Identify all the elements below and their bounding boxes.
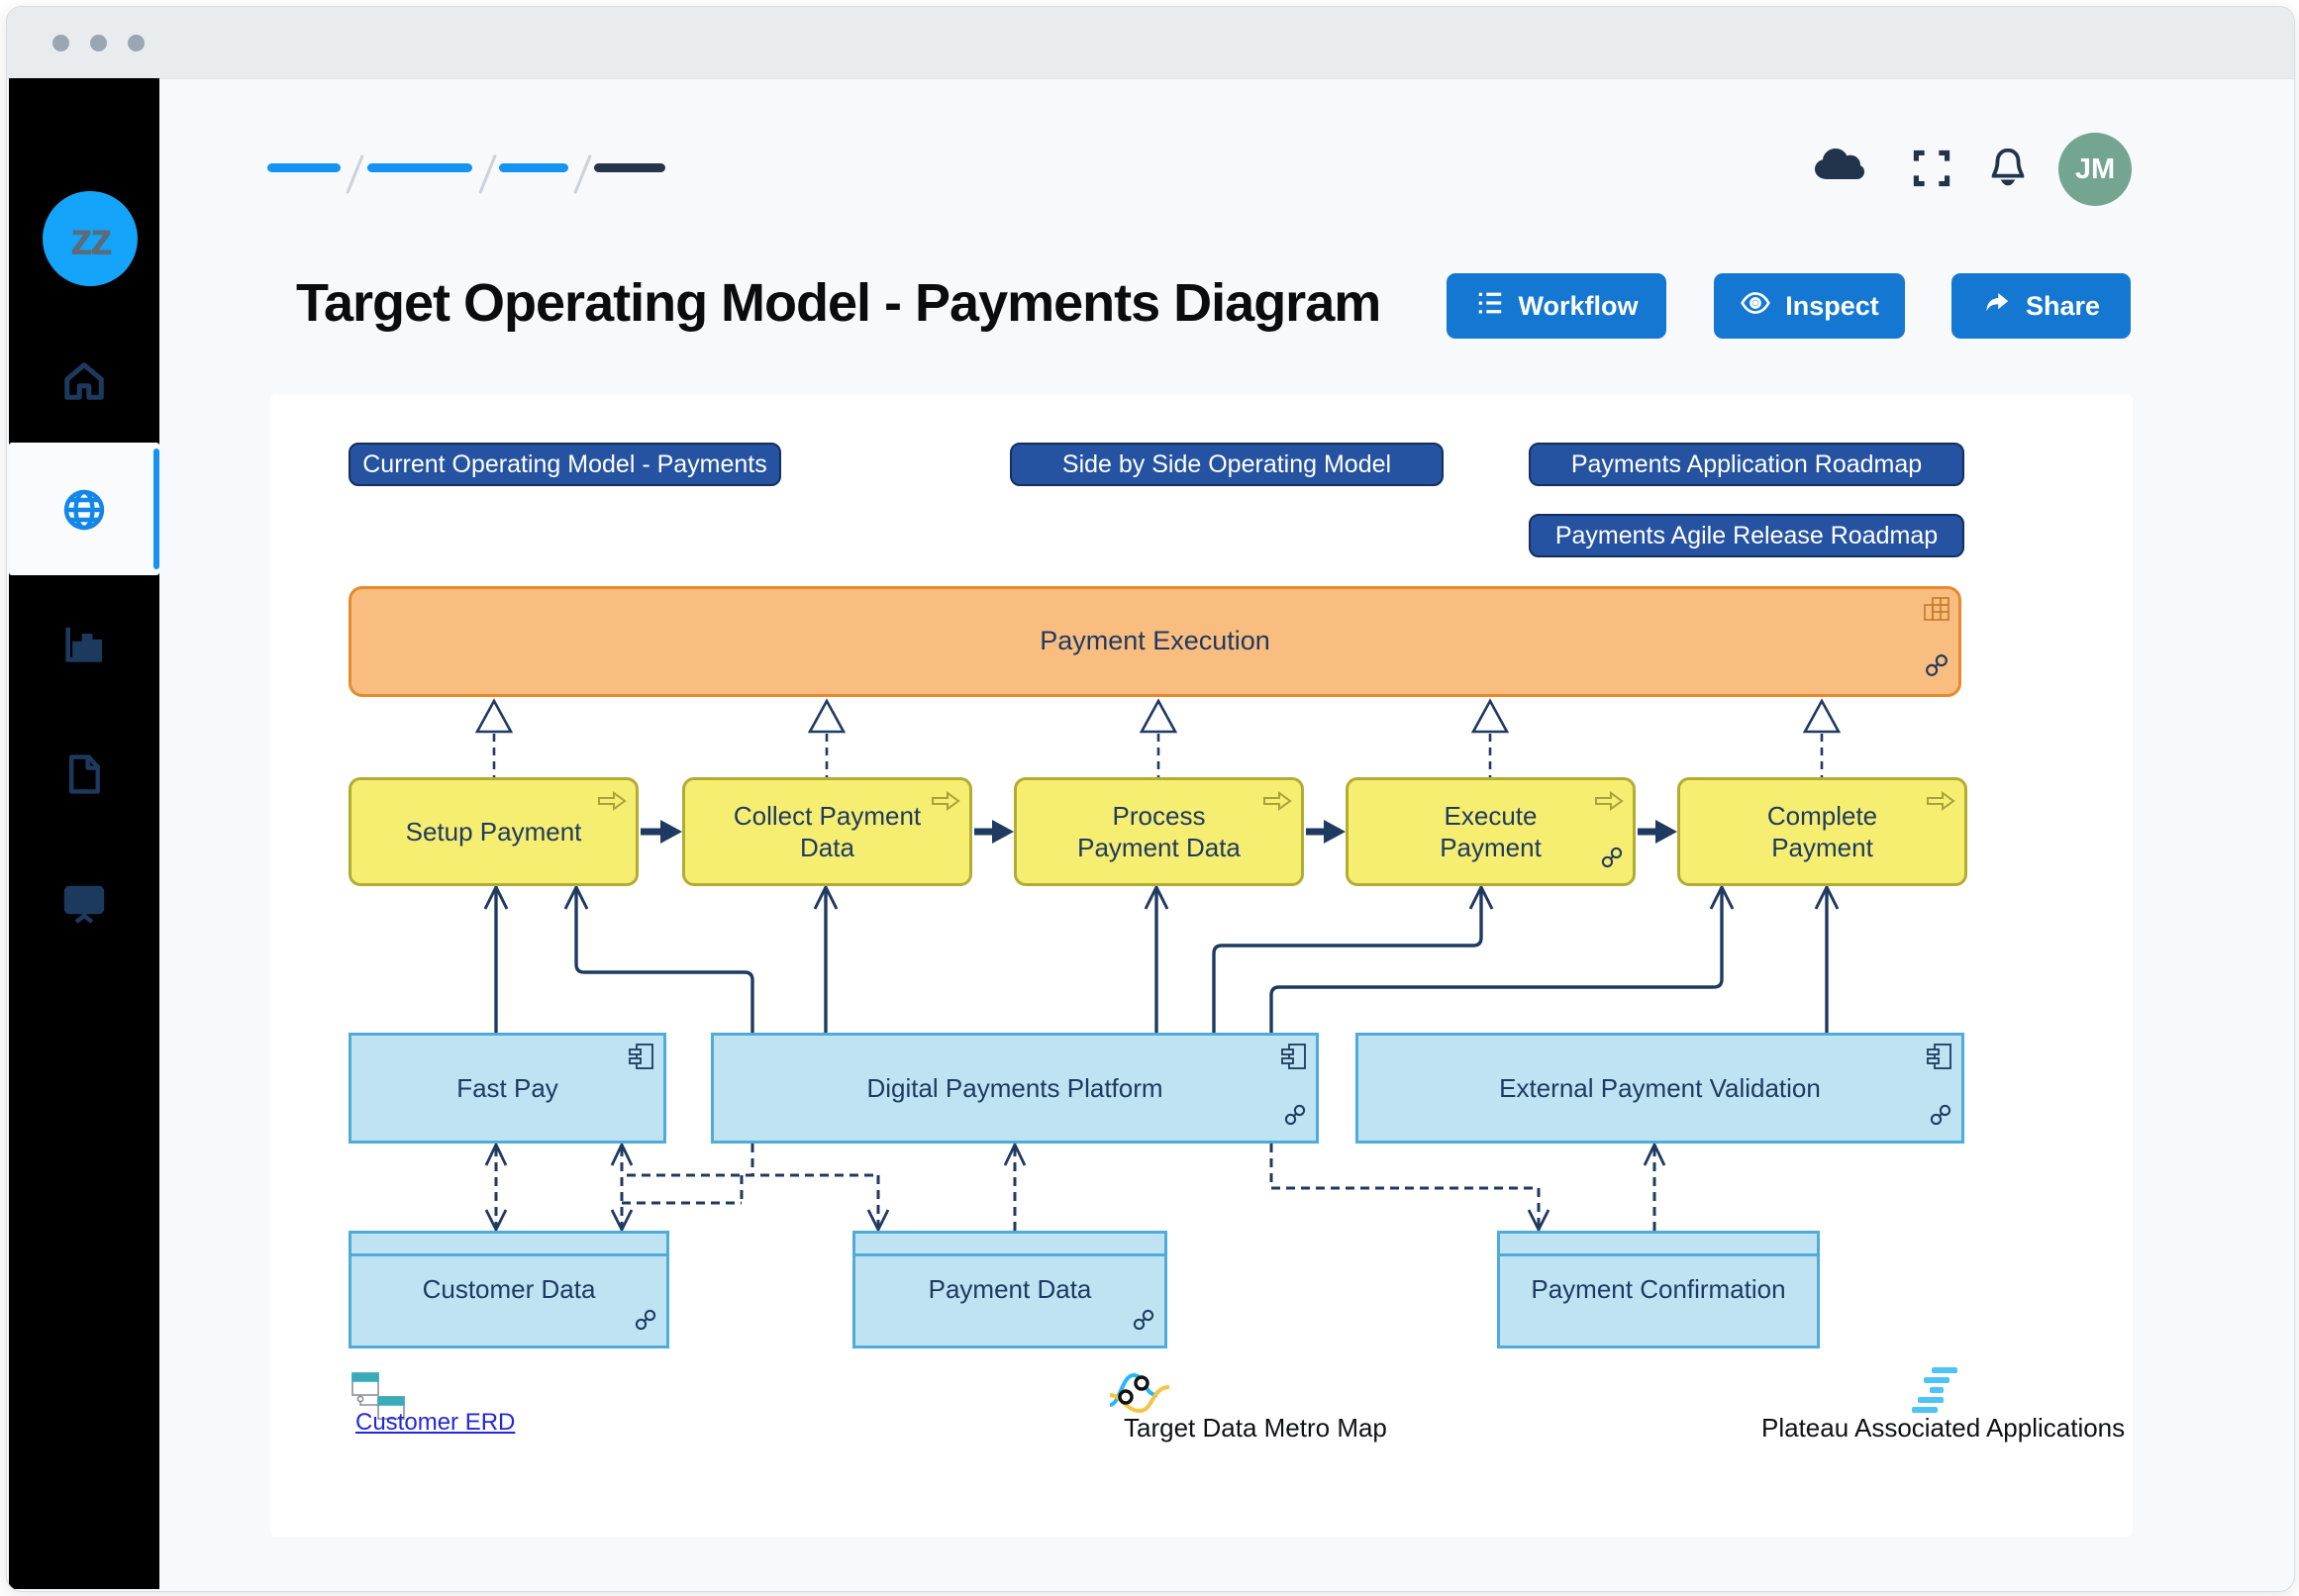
grid-icon	[1924, 596, 1949, 630]
application-box-external-payment-validation[interactable]: External Payment Validation	[1355, 1033, 1964, 1144]
link-icon[interactable]	[1132, 1307, 1155, 1340]
process-arrow-icon	[1926, 787, 1955, 820]
data-label: Customer Data	[423, 1273, 596, 1306]
footer-label-metro-map[interactable]: Target Data Metro Map	[1124, 1413, 1387, 1444]
window-control-dot[interactable]	[128, 35, 145, 51]
process-box-collect-payment-data[interactable]: Collect Payment Data	[682, 777, 972, 886]
process-label: Collect Payment Data	[734, 800, 922, 864]
presentation-icon	[60, 880, 108, 933]
sidebar-item-reports[interactable]	[9, 616, 159, 675]
process-label: Process Payment Data	[1065, 800, 1253, 864]
globe-icon	[60, 486, 108, 539]
data-box-payment-confirmation[interactable]: Payment Confirmation	[1497, 1231, 1820, 1348]
data-box-payment-data[interactable]: Payment Data	[852, 1231, 1167, 1348]
home-icon	[61, 358, 107, 409]
footer-label-plateau-applications[interactable]: Plateau Associated Applications	[1761, 1413, 2125, 1444]
breadcrumb-item-current	[594, 163, 665, 172]
process-arrow-icon	[931, 787, 960, 820]
application-window: zz	[0, 0, 2299, 1596]
breadcrumb-separator	[478, 154, 497, 194]
data-box-customer-data[interactable]: Customer Data	[349, 1231, 669, 1348]
nav-link-agile-release-roadmap[interactable]: Payments Agile Release Roadmap	[1529, 514, 1964, 557]
application-label: Digital Payments Platform	[866, 1072, 1162, 1105]
window-titlebar	[7, 7, 2294, 79]
breadcrumb-item[interactable]	[267, 163, 341, 172]
nav-link-current-operating-model[interactable]: Current Operating Model - Payments	[349, 443, 781, 486]
process-arrow-icon	[1262, 787, 1292, 820]
data-box-header-band	[351, 1234, 666, 1256]
sidebar-item-documents[interactable]	[9, 747, 159, 806]
share-button[interactable]: Share	[1951, 273, 2131, 339]
data-box-header-band	[855, 1234, 1164, 1256]
application-label: Fast Pay	[456, 1072, 558, 1105]
sidebar-item-globe[interactable]	[9, 482, 159, 542]
nav-link-side-by-side[interactable]: Side by Side Operating Model	[1010, 443, 1444, 486]
list-icon	[1475, 288, 1505, 325]
breadcrumb-separator	[346, 154, 364, 194]
nav-link-application-roadmap[interactable]: Payments Application Roadmap	[1529, 443, 1964, 486]
component-icon	[629, 1043, 654, 1078]
user-avatar[interactable]: JM	[2058, 133, 2132, 206]
link-icon[interactable]	[1924, 652, 1949, 687]
breadcrumb-item[interactable]	[367, 163, 472, 172]
sync-status[interactable]	[1810, 142, 1865, 190]
share-button-label: Share	[2026, 291, 2100, 322]
workflow-button[interactable]: Workflow	[1447, 273, 1666, 339]
footer-link-customer-erd[interactable]: Customer ERD	[355, 1409, 515, 1437]
cloud-icon	[1810, 142, 1865, 190]
component-icon	[1281, 1043, 1307, 1078]
link-icon[interactable]	[634, 1307, 657, 1340]
bar-chart-icon	[61, 621, 107, 671]
process-arrow-icon	[597, 787, 627, 820]
share-icon	[1982, 288, 2012, 325]
notifications-button[interactable]	[1985, 144, 2031, 196]
process-label: Execute Payment	[1412, 800, 1570, 864]
process-box-process-payment-data[interactable]: Process Payment Data	[1014, 777, 1304, 886]
sidebar-item-home[interactable]	[9, 353, 159, 413]
process-box-complete-payment[interactable]: Complete Payment	[1677, 777, 1967, 886]
capability-label: Payment Execution	[1040, 625, 1270, 658]
breadcrumb-item[interactable]	[499, 163, 568, 172]
bell-icon	[1985, 144, 2031, 196]
fullscreen-button[interactable]	[1910, 147, 1953, 195]
data-box-header-band	[1500, 1234, 1817, 1256]
breadcrumb-separator	[573, 154, 592, 194]
window-control-dot[interactable]	[52, 35, 69, 51]
browser-window: zz	[6, 6, 2295, 1592]
application-box-fast-pay[interactable]: Fast Pay	[349, 1033, 666, 1144]
process-box-execute-payment[interactable]: Execute Payment	[1346, 777, 1636, 886]
document-icon	[62, 751, 106, 802]
diagram-canvas[interactable]	[270, 394, 2133, 1537]
process-box-setup-payment[interactable]: Setup Payment	[349, 777, 639, 886]
app-logo[interactable]: zz	[43, 191, 138, 286]
capability-box-payment-execution[interactable]: Payment Execution	[349, 586, 1961, 697]
inspect-button[interactable]: Inspect	[1714, 273, 1905, 339]
sidebar-item-presentations[interactable]	[9, 876, 159, 936]
workflow-button-label: Workflow	[1519, 291, 1639, 322]
sidebar: zz	[9, 78, 159, 1589]
link-icon[interactable]	[1929, 1102, 1952, 1135]
data-label: Payment Confirmation	[1531, 1273, 1785, 1306]
process-label: Complete Payment	[1744, 800, 1902, 864]
application-box-digital-payments-platform[interactable]: Digital Payments Platform	[711, 1033, 1319, 1144]
process-arrow-icon	[1594, 787, 1624, 820]
inspect-button-label: Inspect	[1785, 291, 1879, 322]
component-icon	[1927, 1043, 1952, 1078]
link-icon[interactable]	[1600, 845, 1624, 877]
fullscreen-icon	[1910, 147, 1953, 195]
link-icon[interactable]	[1283, 1102, 1307, 1135]
process-label: Setup Payment	[406, 816, 582, 848]
data-label: Payment Data	[929, 1273, 1092, 1306]
window-control-dot[interactable]	[90, 35, 107, 51]
application-label: External Payment Validation	[1499, 1072, 1821, 1105]
eye-icon	[1740, 287, 1771, 326]
page-title: Target Operating Model - Payments Diagra…	[296, 272, 1380, 334]
